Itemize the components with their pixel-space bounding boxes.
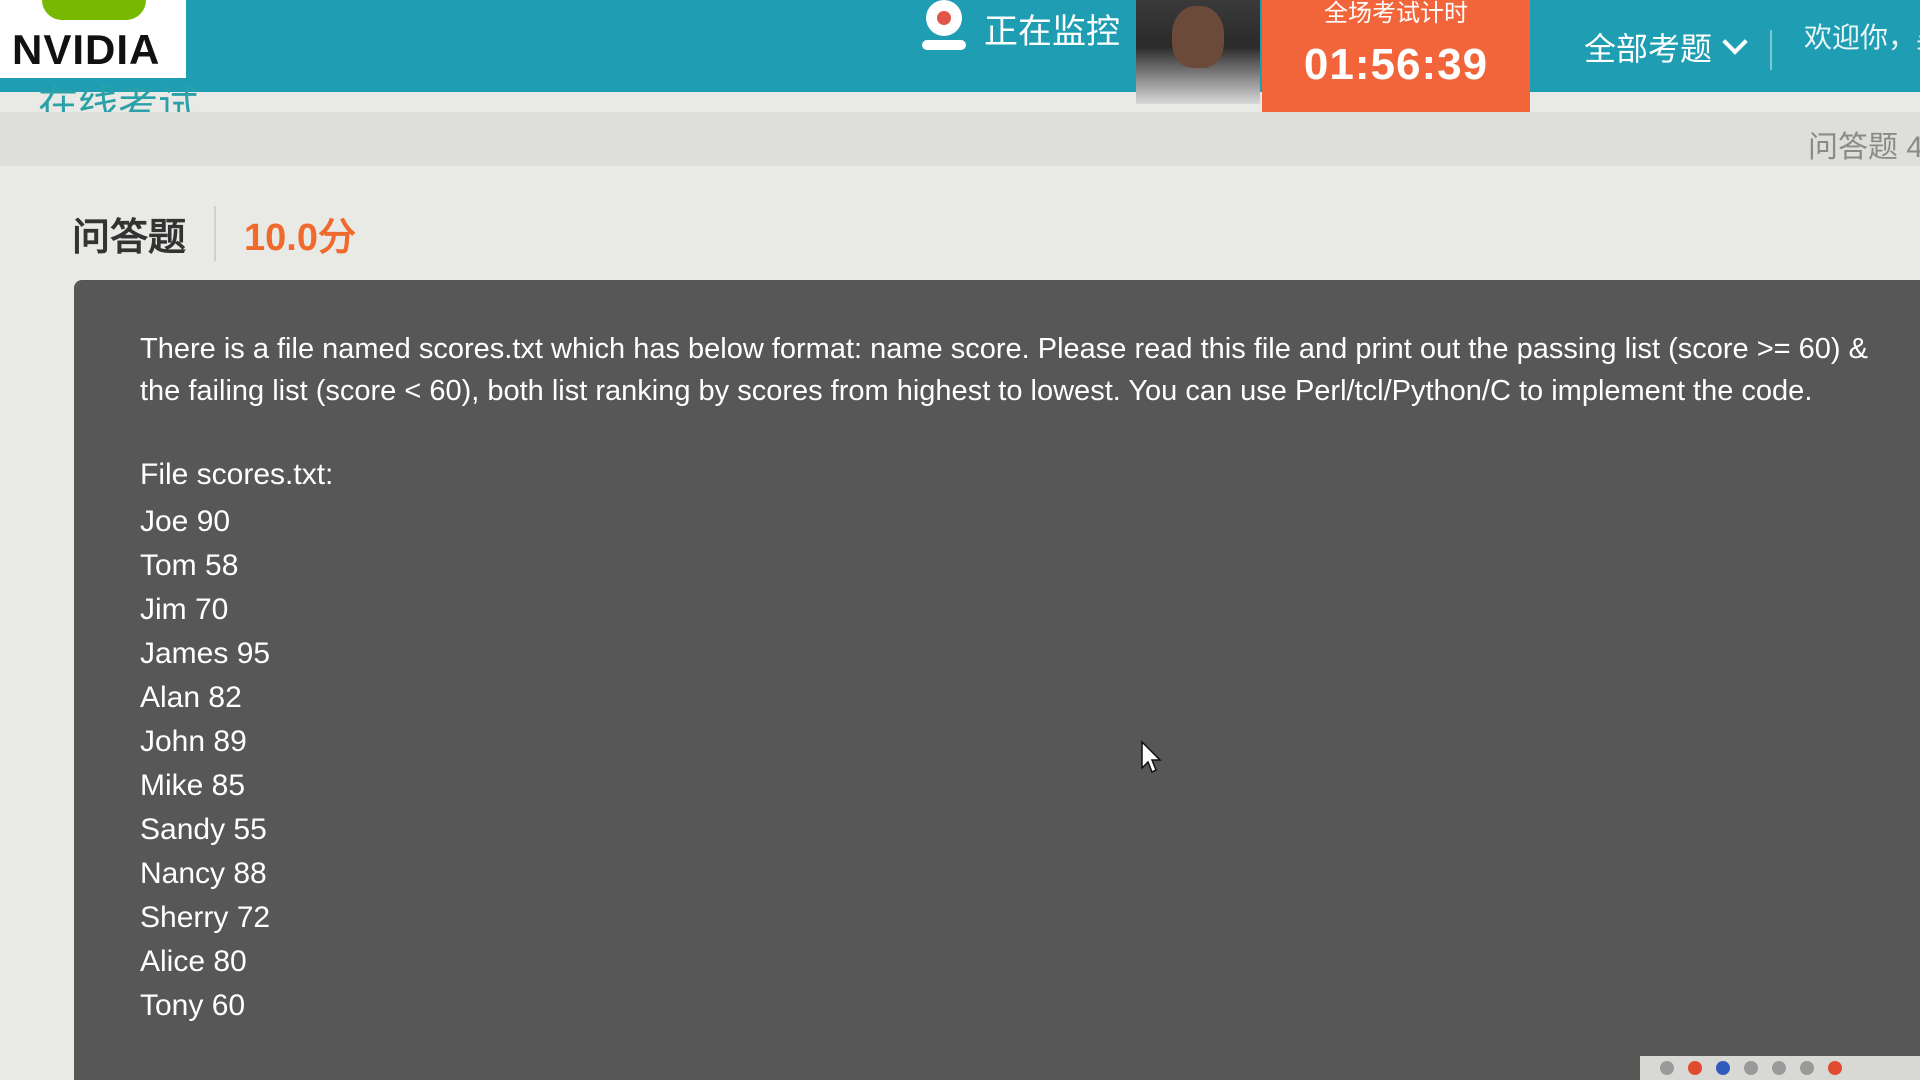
all-questions-label: 全部考题 [1584, 31, 1713, 67]
file-line: Nancy 88 [140, 857, 267, 890]
timer-label: 全场考试计时 [1324, 0, 1468, 27]
tray-icon[interactable] [1716, 1061, 1730, 1075]
header-divider [1770, 30, 1772, 70]
tray-icon[interactable] [1660, 1061, 1674, 1075]
file-line: John 89 [140, 725, 247, 758]
tray-icon[interactable] [1772, 1061, 1786, 1075]
file-line: Jim 70 [140, 593, 229, 626]
logo-text: NVIDIA [12, 26, 161, 73]
monitoring-label: 正在监控 [984, 12, 1120, 51]
question-header: 问答题 10.0分 [72, 206, 356, 261]
timer-value: 01:56:39 [1303, 40, 1489, 89]
file-line: Mike 85 [140, 769, 246, 802]
tray-icon[interactable] [1828, 1061, 1842, 1075]
monitoring-status: 正在监控 [918, 0, 1120, 56]
chevron-down-icon [1722, 29, 1748, 55]
question-type-indicator: 问答题 4 [1808, 131, 1920, 164]
sub-bar [0, 112, 1920, 166]
question-type: 问答题 [72, 206, 217, 261]
exam-timer: 全场考试计时 01:56:39 [1262, 0, 1530, 112]
top-bar: NVIDIA 正在监控 全场考试计时 01:56:39 全部考题 欢迎你，吴 [0, 0, 1920, 112]
question-panel: There is a file named scores.txt which h… [74, 280, 1920, 1080]
tray-icon[interactable] [1800, 1061, 1814, 1075]
mouse-pointer-icon [1141, 740, 1162, 774]
webcam-icon [918, 0, 970, 56]
file-line: Joe 90 [140, 505, 231, 538]
welcome-text: 欢迎你，吴 [1804, 22, 1920, 53]
tray-icon[interactable] [1744, 1061, 1758, 1075]
nvidia-eye-icon [42, 0, 146, 20]
question-score: 10.0分 [244, 217, 356, 259]
file-label: File scores.txt: [140, 458, 334, 491]
webcam-preview [1136, 0, 1260, 104]
file-line: Tony 60 [140, 989, 246, 1022]
file-line: Sherry 72 [140, 901, 271, 934]
file-line: Alan 82 [140, 681, 242, 714]
file-contents: Joe 90 Tom 58 Jim 70 James 95 Alan 82 Jo… [140, 500, 270, 1028]
file-line: Tom 58 [140, 549, 239, 582]
nvidia-logo: NVIDIA [0, 0, 186, 78]
file-line: Sandy 55 [140, 813, 267, 846]
all-questions-dropdown[interactable]: 全部考题 [1584, 24, 1748, 70]
tray-icon[interactable] [1688, 1061, 1702, 1075]
question-prompt: There is a file named scores.txt which h… [140, 333, 1868, 407]
file-line: James 95 [140, 637, 271, 670]
file-line: Alice 80 [140, 945, 247, 978]
system-tray [1640, 1056, 1920, 1080]
